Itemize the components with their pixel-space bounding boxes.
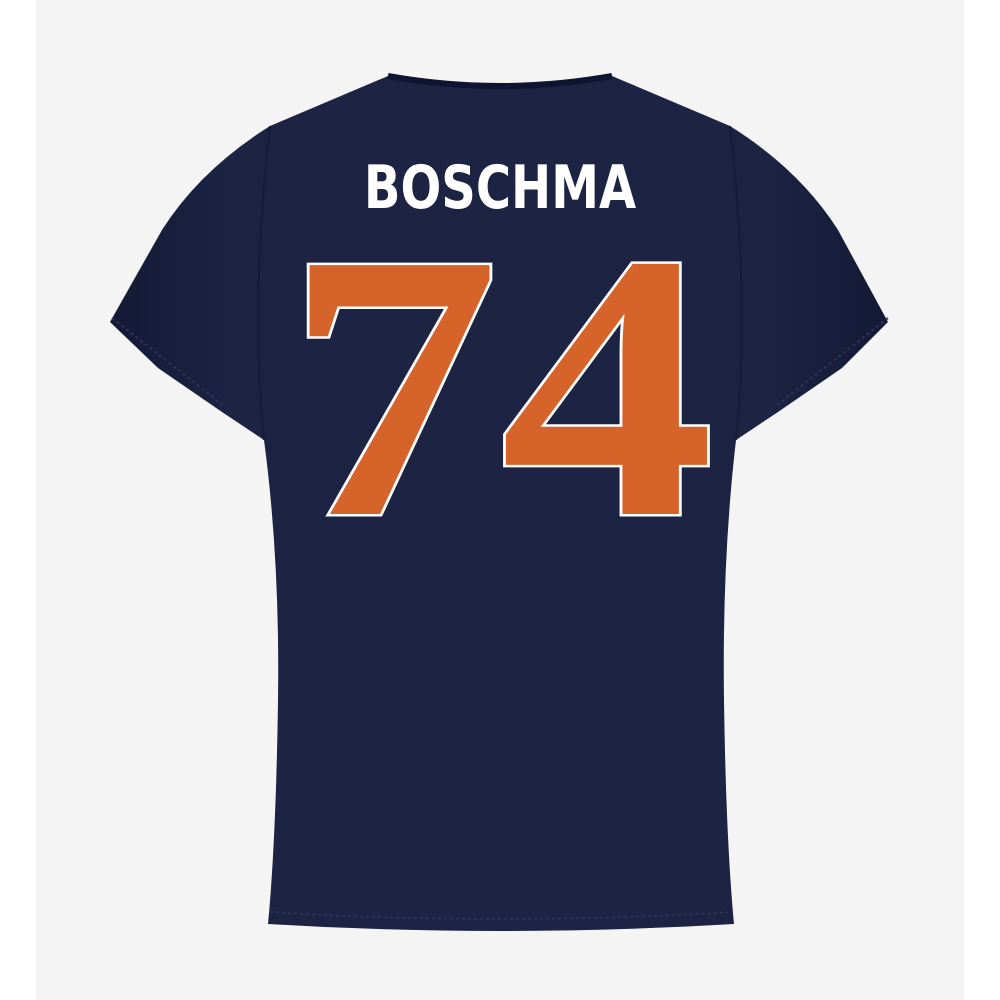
player-number-text: 74 — [285, 218, 715, 538]
player-number: 74 — [283, 218, 718, 538]
product-image: BOSCHMA 74 — [0, 0, 1000, 1000]
player-name: BOSCHMA — [363, 153, 637, 223]
